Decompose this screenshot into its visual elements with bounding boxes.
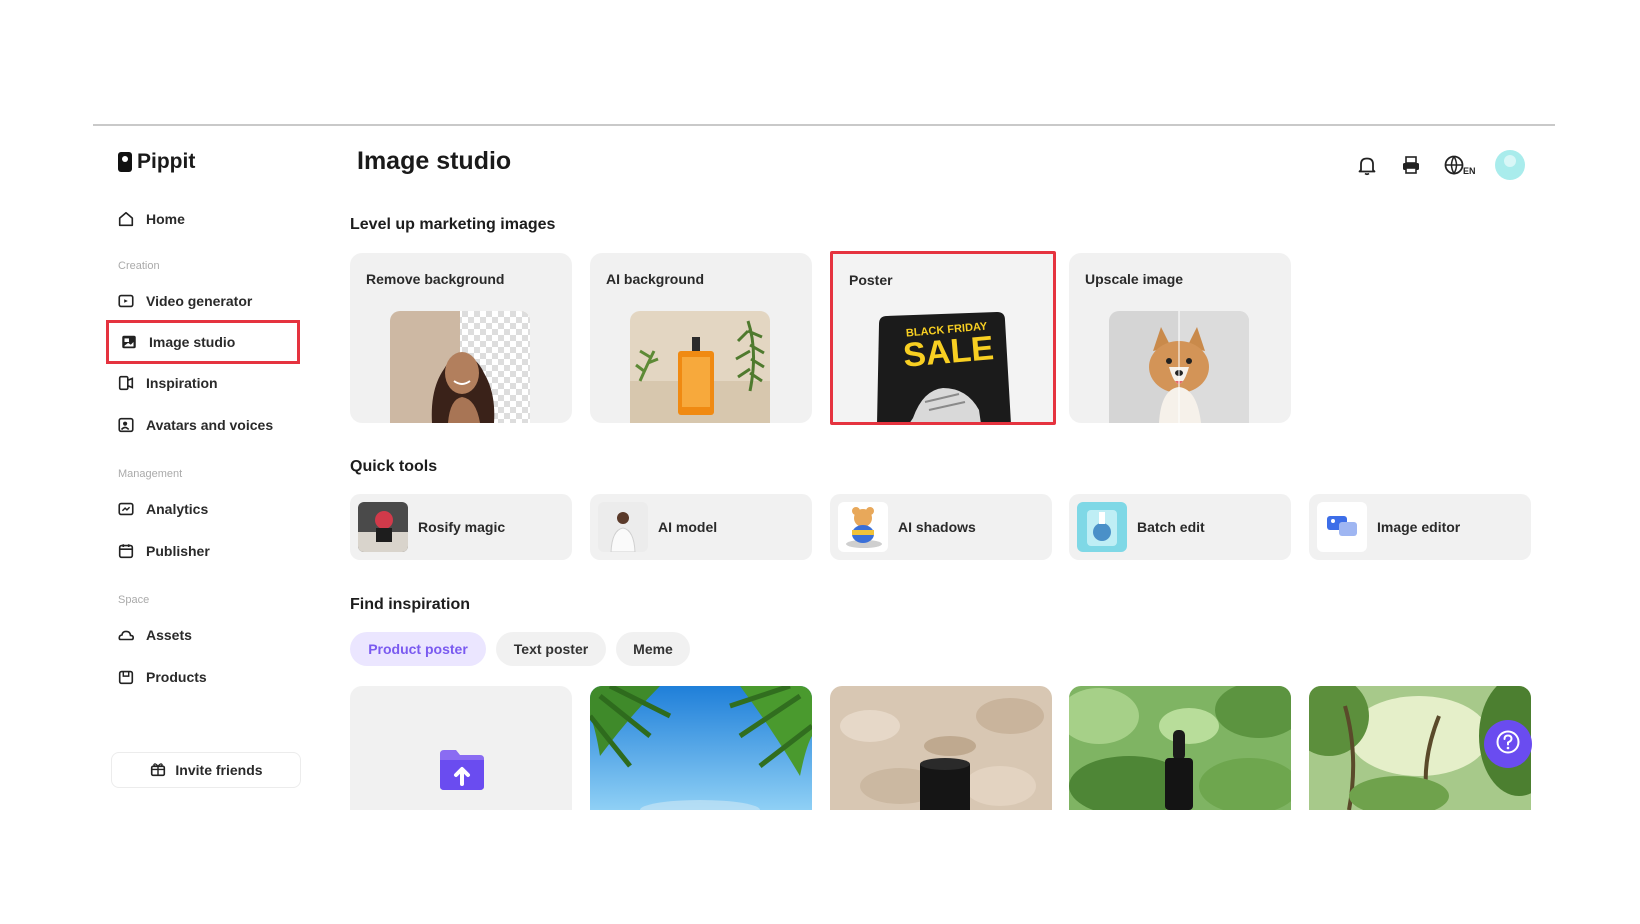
sidebar: Pippit Home Creation Video generator Ima… (106, 146, 308, 796)
products-icon (116, 667, 136, 687)
card-label: Remove background (366, 271, 505, 287)
quick-tool-rosify-magic[interactable]: Rosify magic (350, 494, 572, 560)
inspiration-icon (116, 373, 136, 393)
chip-label: Meme (633, 641, 673, 657)
calendar-icon (116, 541, 136, 561)
invite-friends-button[interactable]: Invite friends (111, 752, 301, 788)
poster-preview: BLACK FRIDAY SALE (873, 310, 1013, 422)
section-label-space: Space (118, 594, 150, 606)
quick-tool-label: Image editor (1377, 519, 1461, 535)
quick-tool-ai-shadows[interactable]: AI shadows (830, 494, 1052, 560)
inspiration-tile-palm-sky[interactable] (590, 686, 812, 810)
sidebar-item-label: Products (146, 669, 207, 685)
sidebar-item-products[interactable]: Products (116, 662, 296, 692)
avatars-voices-icon (116, 415, 136, 435)
chip-label: Product poster (368, 641, 468, 657)
section-label-creation: Creation (118, 260, 160, 272)
bell-icon[interactable] (1355, 153, 1379, 177)
rosify-magic-thumbnail (358, 502, 408, 552)
quick-tool-label: AI shadows (898, 519, 976, 535)
svg-text:EN: EN (1463, 166, 1475, 176)
chip-product-poster[interactable]: Product poster (350, 632, 486, 666)
quick-tool-label: Batch edit (1137, 519, 1205, 535)
chip-meme[interactable]: Meme (616, 632, 690, 666)
header-actions: EN (1355, 150, 1525, 180)
gift-icon (149, 760, 167, 781)
cloud-icon (116, 625, 136, 645)
section-title-find-inspiration: Find inspiration (350, 596, 470, 613)
sidebar-item-label: Publisher (146, 543, 210, 559)
batch-edit-thumbnail (1077, 502, 1127, 552)
quick-tool-batch-edit[interactable]: Batch edit (1069, 494, 1291, 560)
sidebar-item-label: Inspiration (146, 375, 218, 391)
card-label: Upscale image (1085, 271, 1184, 287)
sidebar-item-label: Image studio (149, 334, 236, 350)
chip-label: Text poster (513, 641, 589, 657)
sidebar-item-video-generator[interactable]: Video generator (116, 286, 296, 316)
app-logo[interactable]: Pippit (118, 150, 195, 174)
section-label-management: Management (118, 468, 183, 480)
remove-background-preview (390, 311, 530, 423)
chip-text-poster[interactable]: Text poster (496, 632, 606, 666)
invite-friends-label: Invite friends (175, 762, 263, 778)
folder-upload-icon (438, 746, 486, 795)
inspiration-tile-pebbles-jar[interactable] (830, 686, 1052, 810)
pippit-logo-icon (118, 152, 132, 172)
globe-language-icon[interactable]: EN (1443, 153, 1475, 177)
image-editor-thumbnail (1317, 502, 1367, 552)
sidebar-item-label: Home (146, 211, 185, 227)
printer-icon[interactable] (1399, 153, 1423, 177)
help-button[interactable] (1484, 720, 1532, 768)
video-generator-icon (116, 291, 136, 311)
card-ai-background[interactable]: AI background (590, 253, 812, 423)
sidebar-item-publisher[interactable]: Publisher (116, 536, 296, 566)
sidebar-item-inspiration[interactable]: Inspiration (116, 368, 296, 398)
ai-model-thumbnail (598, 502, 648, 552)
sidebar-item-home[interactable]: Home (116, 204, 296, 234)
quick-tool-image-editor[interactable]: Image editor (1309, 494, 1531, 560)
image-studio-icon (119, 332, 139, 352)
top-divider (93, 124, 1555, 126)
quick-tool-label: AI model (658, 519, 718, 535)
upscale-image-preview (1109, 311, 1249, 423)
card-remove-background[interactable]: Remove background (350, 253, 572, 423)
page-title: Image studio (357, 147, 512, 175)
inspiration-tile-dropper-leaves[interactable] (1069, 686, 1291, 810)
poster-art-text-sale: SALE (901, 329, 996, 375)
ai-background-preview (630, 311, 770, 423)
section-title-quick-tools: Quick tools (350, 458, 438, 475)
card-upscale-image[interactable]: Upscale image (1069, 253, 1291, 423)
upload-tile[interactable] (350, 686, 572, 810)
sidebar-item-analytics[interactable]: Analytics (116, 494, 296, 524)
home-icon (116, 209, 136, 229)
ai-shadows-thumbnail (838, 502, 888, 552)
quick-tool-ai-model[interactable]: AI model (590, 494, 812, 560)
sidebar-item-avatars-voices[interactable]: Avatars and voices (116, 410, 296, 440)
help-icon (1495, 729, 1521, 760)
quick-tool-label: Rosify magic (418, 519, 506, 535)
card-label: Poster (849, 272, 893, 288)
sidebar-item-assets[interactable]: Assets (116, 620, 296, 650)
card-label: AI background (606, 271, 705, 287)
app-name: Pippit (137, 150, 196, 173)
sidebar-item-label: Avatars and voices (146, 417, 274, 433)
avatar[interactable] (1495, 150, 1525, 180)
analytics-icon (116, 499, 136, 519)
card-poster[interactable]: Poster BLACK FRIDAY SALE (830, 251, 1056, 425)
sidebar-item-label: Video generator (146, 293, 253, 309)
sidebar-item-image-studio[interactable]: Image studio (106, 320, 300, 364)
sidebar-item-label: Analytics (146, 501, 209, 517)
section-title-marketing: Level up marketing images (350, 216, 556, 233)
sidebar-item-label: Assets (146, 627, 192, 643)
